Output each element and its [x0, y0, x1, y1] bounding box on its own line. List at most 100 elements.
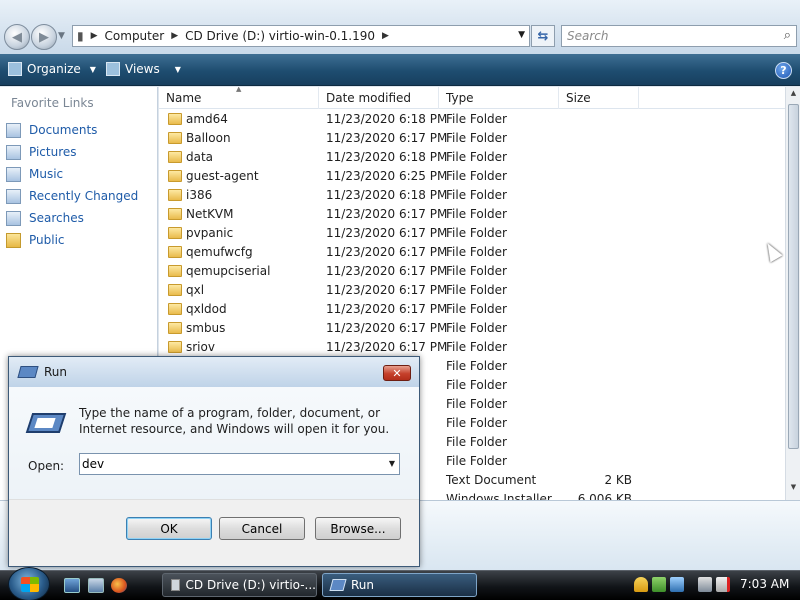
- switch-windows-icon[interactable]: [88, 578, 104, 593]
- column-header-date[interactable]: Date modified: [319, 87, 439, 109]
- table-row[interactable]: guest-agent 11/23/2020 6:25 PM File Folder: [159, 167, 785, 186]
- search-input[interactable]: Search ⌕: [561, 25, 797, 47]
- clock[interactable]: 7:03 AM: [740, 577, 789, 591]
- run-program-icon: [25, 413, 67, 433]
- organize-button[interactable]: Organize ▼: [8, 62, 96, 76]
- start-button[interactable]: [8, 567, 50, 600]
- forward-arrow-icon: ▶: [39, 29, 49, 45]
- cell-date: 11/23/2020 6:17 PM: [326, 264, 448, 278]
- table-row[interactable]: amd64 11/23/2020 6:18 PM File Folder: [159, 110, 785, 129]
- nav-item-documents[interactable]: Documents: [6, 119, 138, 141]
- views-button[interactable]: Views ▼: [106, 62, 181, 76]
- security-shield-icon[interactable]: [634, 577, 648, 592]
- ok-button[interactable]: OK: [126, 517, 212, 540]
- cd-drive-icon: [171, 579, 180, 591]
- nav-item-pictures[interactable]: Pictures: [6, 141, 138, 163]
- column-header-type[interactable]: Type: [439, 87, 559, 109]
- cancel-button[interactable]: Cancel: [219, 517, 305, 540]
- back-button[interactable]: ◀: [4, 24, 30, 50]
- refresh-button[interactable]: ⇆: [531, 25, 555, 47]
- table-row[interactable]: qemufwcfg 11/23/2020 6:17 PM File Folder: [159, 243, 785, 262]
- chevron-right-icon[interactable]: ▶: [168, 31, 181, 41]
- show-desktop-icon[interactable]: [64, 578, 80, 593]
- table-row[interactable]: NetKVM 11/23/2020 6:17 PM File Folder: [159, 205, 785, 224]
- cell-date: 11/23/2020 6:17 PM: [326, 302, 448, 316]
- scrollbar-thumb[interactable]: [788, 104, 799, 449]
- windows-update-icon[interactable]: [670, 577, 684, 592]
- table-row[interactable]: qxldod 11/23/2020 6:17 PM File Folder: [159, 300, 785, 319]
- address-dropdown-icon[interactable]: ▼: [518, 30, 525, 40]
- chevron-right-icon[interactable]: ▶: [379, 31, 392, 41]
- cell-name: qemufwcfg: [186, 245, 253, 259]
- address-field[interactable]: ▮ ▶ Computer ▶ CD Drive (D:) virtio-win-…: [72, 25, 530, 47]
- cell-type: File Folder: [446, 435, 507, 449]
- table-row[interactable]: sriov 11/23/2020 6:17 PM File Folder: [159, 338, 785, 357]
- recent-pages-dropdown[interactable]: ▼: [58, 31, 65, 41]
- folder-icon: [168, 265, 182, 277]
- documents-icon: [6, 122, 21, 138]
- chevron-right-icon[interactable]: ▶: [88, 31, 101, 41]
- nav-label: Public: [29, 233, 65, 247]
- cell-type: File Folder: [446, 321, 507, 335]
- scroll-up-icon[interactable]: ▲: [787, 89, 800, 104]
- vertical-scrollbar[interactable]: ▲ ▼: [785, 87, 800, 500]
- cell-type: File Folder: [446, 226, 507, 240]
- folder-icon: [168, 303, 182, 315]
- search-placeholder: Search: [567, 29, 609, 43]
- cell-date: 11/23/2020 6:17 PM: [326, 245, 448, 259]
- firefox-icon[interactable]: [111, 578, 127, 593]
- help-button[interactable]: ?: [775, 62, 792, 79]
- nav-item-public[interactable]: Public: [6, 229, 138, 251]
- refresh-icon: ⇆: [537, 28, 549, 44]
- cell-type: File Folder: [446, 112, 507, 126]
- folder-icon: [168, 151, 182, 163]
- table-row[interactable]: qxl 11/23/2020 6:17 PM File Folder: [159, 281, 785, 300]
- cell-type: File Folder: [446, 131, 507, 145]
- nav-label: Music: [29, 167, 64, 181]
- run-title: Run: [44, 365, 68, 379]
- nav-item-recently-changed[interactable]: Recently Changed: [6, 185, 138, 207]
- network-icon[interactable]: [698, 577, 712, 592]
- browse-button[interactable]: Browse...: [315, 517, 401, 540]
- cell-type: File Folder: [446, 245, 507, 259]
- cell-size: 6,006 KB: [577, 492, 632, 500]
- column-header-size[interactable]: Size: [559, 87, 639, 109]
- folder-icon: [6, 232, 21, 248]
- chevron-down-icon[interactable]: ▼: [389, 459, 395, 468]
- table-row[interactable]: data 11/23/2020 6:18 PM File Folder: [159, 148, 785, 167]
- cell-type: File Folder: [446, 283, 507, 297]
- run-title-bar[interactable]: Run: [9, 357, 419, 387]
- column-header-name[interactable]: Name ▲: [159, 87, 319, 109]
- table-row[interactable]: smbus 11/23/2020 6:17 PM File Folder: [159, 319, 785, 338]
- open-combobox[interactable]: ▼: [79, 453, 400, 475]
- nav-item-searches[interactable]: Searches: [6, 207, 138, 229]
- close-button[interactable]: ✕: [383, 365, 411, 381]
- table-row[interactable]: Balloon 11/23/2020 6:17 PM File Folder: [159, 129, 785, 148]
- cell-name: Balloon: [186, 131, 231, 145]
- run-description: Type the name of a program, folder, docu…: [79, 406, 390, 436]
- taskbar-explorer-button[interactable]: CD Drive (D:) virtio-...: [162, 573, 317, 597]
- windows-logo-icon: [21, 577, 39, 592]
- cell-type: File Folder: [446, 188, 507, 202]
- volume-muted-icon[interactable]: [716, 577, 730, 592]
- scroll-down-icon[interactable]: ▼: [787, 483, 800, 498]
- breadcrumb-cd-drive[interactable]: CD Drive (D:) virtio-win-0.1.190: [181, 29, 379, 43]
- forward-button[interactable]: ▶: [31, 24, 57, 50]
- open-input[interactable]: [82, 455, 377, 473]
- nav-label: Recently Changed: [29, 189, 139, 203]
- cell-name: amd64: [186, 112, 228, 126]
- nav-item-music[interactable]: Music: [6, 163, 138, 185]
- cell-name: i386: [186, 188, 213, 202]
- folder-icon: [168, 113, 182, 125]
- breadcrumb-computer[interactable]: Computer: [101, 29, 169, 43]
- organize-label: Organize: [27, 62, 81, 76]
- update-icon[interactable]: [652, 577, 666, 592]
- taskbar-run-button[interactable]: Run: [322, 573, 477, 597]
- search-icon[interactable]: ⌕: [784, 28, 791, 43]
- cell-date: 11/23/2020 6:17 PM: [326, 340, 448, 354]
- pictures-icon: [6, 144, 21, 160]
- table-row[interactable]: i386 11/23/2020 6:18 PM File Folder: [159, 186, 785, 205]
- table-row[interactable]: qemupciserial 11/23/2020 6:17 PM File Fold…: [159, 262, 785, 281]
- cell-date: 11/23/2020 6:18 PM: [326, 112, 448, 126]
- table-row[interactable]: pvpanic 11/23/2020 6:17 PM File Folder: [159, 224, 785, 243]
